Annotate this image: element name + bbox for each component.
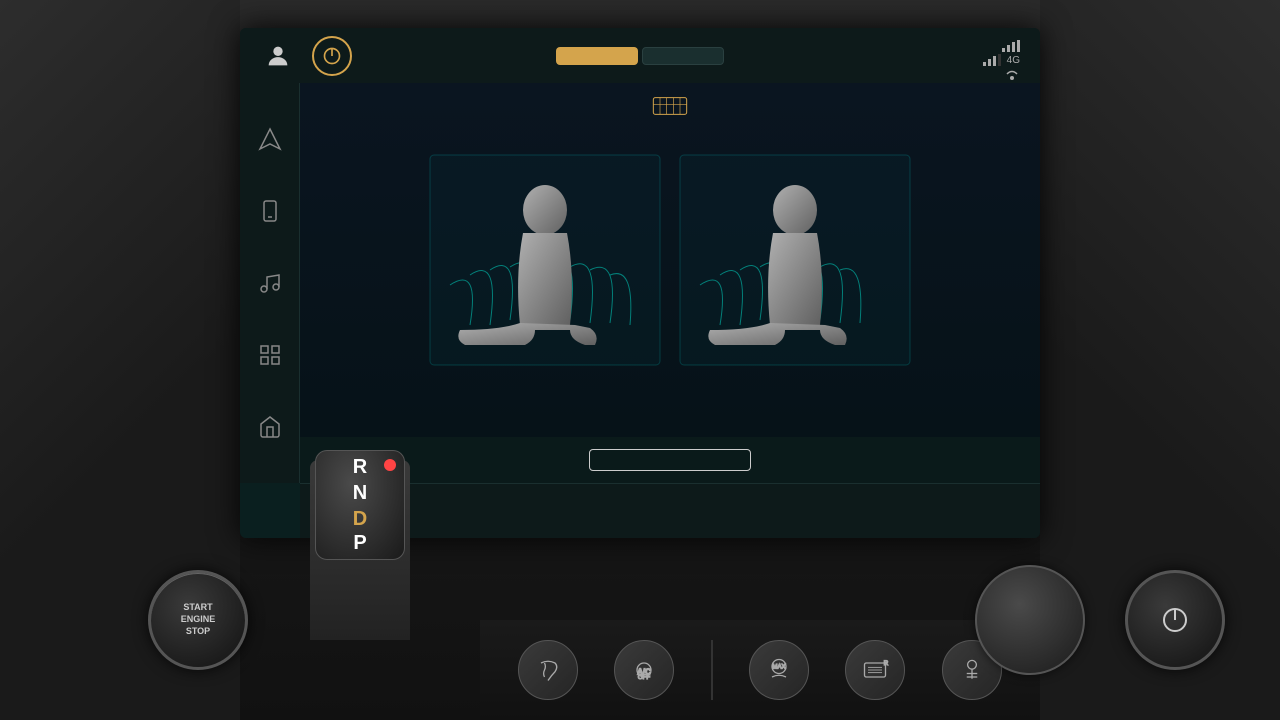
phone-icon: [258, 199, 282, 223]
rear-defrost-btn[interactable]: R: [845, 640, 905, 700]
seat-heater-icon: [650, 91, 690, 126]
max-btn[interactable]: MAX: [749, 640, 809, 700]
seat-visualization-svg: [420, 145, 920, 375]
status-row-2: 4G: [983, 54, 1020, 66]
home-icon: [258, 415, 282, 439]
defrost-icon: [958, 656, 986, 684]
bottom-controls: A/C OFF MAX R: [480, 620, 1040, 720]
seat-heat-btn[interactable]: [518, 640, 578, 700]
gear-indicator: [384, 459, 396, 471]
nav-item-home[interactable]: [252, 409, 288, 445]
gear-display: R N D: [353, 455, 367, 531]
gear-D: D: [353, 507, 367, 531]
apps-icon: [258, 343, 282, 367]
sync-area: [589, 437, 751, 483]
music-icon: [258, 271, 282, 295]
right-knob[interactable]: [975, 565, 1085, 675]
shifter-body: R N D P: [310, 460, 410, 640]
screen-content: [300, 83, 1040, 483]
start-stop-text: STARTENGINESTOP: [181, 602, 216, 637]
signal-icon-2: [983, 54, 1001, 66]
rear-defrost-icon: R: [861, 656, 889, 684]
navigation-icon: [258, 127, 282, 151]
gear-shifter: R N D P: [290, 440, 430, 640]
power-button[interactable]: [312, 36, 352, 76]
start-stop-button[interactable]: STARTENGINESTOP: [148, 570, 248, 670]
seat-heat-icon: [534, 656, 562, 684]
left-nav: [240, 83, 300, 483]
user-icon: [264, 42, 292, 70]
gear-P: P: [353, 531, 366, 555]
heater-icon-svg: [650, 91, 690, 121]
status-row-3: [983, 68, 1020, 80]
sync-button[interactable]: [589, 449, 751, 471]
svg-text:MAX: MAX: [773, 663, 786, 670]
header-left: [260, 36, 352, 76]
header-right: 4G: [983, 36, 1020, 80]
seat-visual: [300, 83, 1040, 437]
signal-icon: [1002, 40, 1020, 52]
svg-text:R: R: [884, 660, 889, 667]
power-icon: [322, 46, 342, 66]
nav-item-media[interactable]: [252, 265, 288, 301]
tab-front[interactable]: [556, 47, 638, 65]
status-row-1: [983, 40, 1020, 52]
nav-item-navigation[interactable]: [252, 121, 288, 157]
nav-item-apps[interactable]: [252, 337, 288, 373]
svg-text:OFF: OFF: [638, 674, 650, 681]
network-label: 4G: [1007, 55, 1020, 66]
car-interior: 4G: [0, 0, 1280, 720]
nav-item-phone[interactable]: [252, 193, 288, 229]
power-button-right[interactable]: [1125, 570, 1225, 670]
wifi-icon: [1004, 68, 1020, 80]
divider-1: [711, 640, 713, 700]
power-icon-right: [1159, 604, 1191, 636]
gear-N: N: [353, 481, 367, 505]
status-icons: 4G: [983, 40, 1020, 80]
header-tabs: [556, 47, 724, 65]
profile-icon[interactable]: [260, 38, 296, 74]
shifter-knob: R N D P: [315, 450, 405, 560]
gear-R: R: [353, 455, 367, 479]
screen-header: 4G: [240, 28, 1040, 83]
tab-rear[interactable]: [642, 47, 724, 65]
max-icon: MAX: [765, 656, 793, 684]
ac-off-btn[interactable]: A/C OFF: [614, 640, 674, 700]
ac-off-icon: A/C OFF: [630, 656, 658, 684]
